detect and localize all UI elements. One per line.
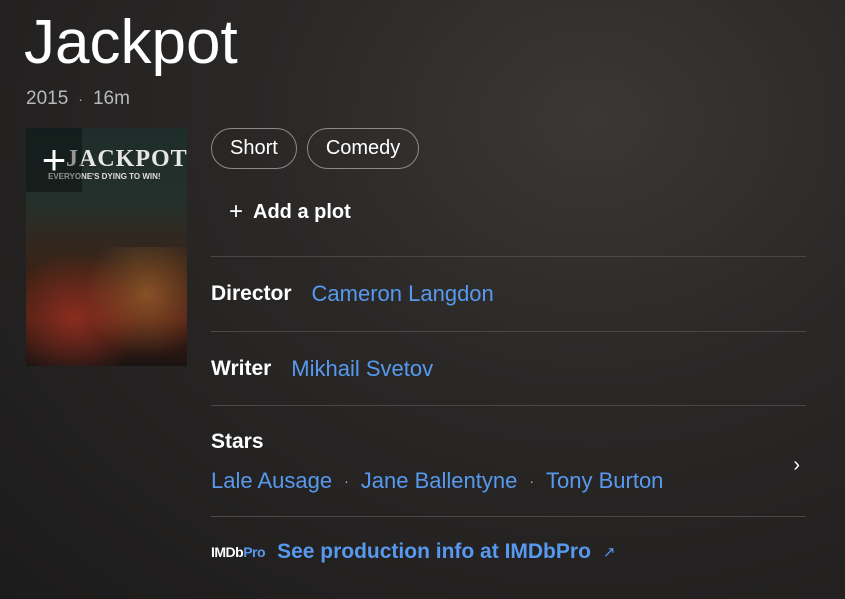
separator-dot: · bbox=[78, 91, 83, 107]
imdbpro-row: IMDbPro See production info at IMDbPro ↗ bbox=[211, 516, 806, 587]
page-title: Jackpot bbox=[24, 8, 238, 77]
imdbpro-link[interactable]: See production info at IMDbPro bbox=[277, 540, 591, 564]
genre-chip-comedy[interactable]: Comedy bbox=[306, 128, 420, 169]
director-row: Director Cameron Langdon bbox=[211, 256, 806, 331]
star-link[interactable]: Tony Burton bbox=[546, 468, 663, 494]
separator-dot: · bbox=[529, 473, 535, 489]
stars-row[interactable]: Stars Lale Ausage · Jane Ballentyne · To… bbox=[211, 405, 806, 517]
external-link-icon: ↗ bbox=[602, 544, 616, 561]
genre-chip-short[interactable]: Short bbox=[211, 128, 297, 169]
runtime: 16m bbox=[92, 88, 130, 109]
writer-label: Writer bbox=[211, 357, 272, 380]
chevron-right-icon[interactable]: › bbox=[793, 454, 800, 477]
add-plot-label: Add a plot bbox=[253, 200, 351, 223]
director-link[interactable]: Cameron Langdon bbox=[312, 281, 494, 307]
release-year[interactable]: 2015 bbox=[26, 88, 68, 110]
separator-dot: · bbox=[344, 473, 349, 489]
genre-chips: Short Comedy bbox=[211, 128, 420, 169]
plus-icon: + bbox=[229, 198, 244, 225]
star-link[interactable]: Lale Ausage bbox=[211, 468, 332, 494]
imdbpro-logo: IMDbPro bbox=[211, 544, 266, 560]
stars-label[interactable]: Stars bbox=[211, 430, 264, 454]
writer-row: Writer Mikhail Svetov bbox=[211, 331, 806, 406]
poster-title-text: JACKPOT bbox=[66, 146, 187, 172]
poster-art bbox=[26, 247, 187, 366]
plus-icon: + bbox=[41, 136, 67, 183]
writer-link[interactable]: Mikhail Svetov bbox=[291, 356, 433, 382]
add-to-watchlist-button[interactable]: + bbox=[26, 128, 82, 192]
star-link[interactable]: Jane Ballentyne bbox=[361, 468, 518, 494]
title-meta: 2015 · 16m bbox=[26, 88, 130, 110]
poster-image[interactable]: JACKPOT EVERYONE'S DYING TO WIN! + bbox=[26, 128, 187, 366]
director-label: Director bbox=[211, 282, 292, 305]
stars-list: Lale Ausage · Jane Ballentyne · Tony Bur… bbox=[211, 468, 663, 494]
add-plot-button[interactable]: + Add a plot bbox=[229, 198, 351, 226]
